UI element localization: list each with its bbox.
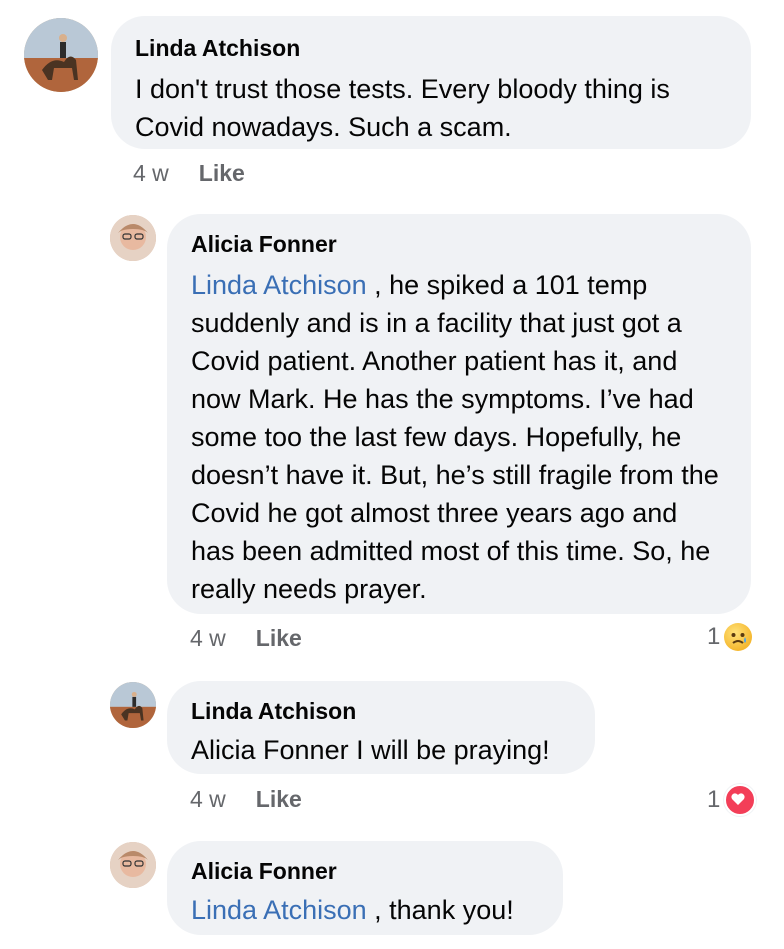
reaction-count: 1: [707, 623, 721, 650]
camel-rider-photo-icon: [24, 18, 98, 92]
reaction-summary[interactable]: 1: [707, 623, 753, 651]
comment-actions: 4 w Like: [190, 625, 302, 652]
woman-portrait-icon: [110, 215, 156, 261]
comment-bubble: Alicia Fonner Linda Atchison , thank you…: [167, 841, 563, 935]
camel-rider-photo-icon: [110, 682, 156, 728]
comment-text: Linda Atchison , he spiked a 101 temp su…: [191, 266, 727, 608]
mention-link[interactable]: Linda Atchison: [191, 895, 367, 925]
like-button[interactable]: Like: [199, 160, 245, 187]
comment-timestamp[interactable]: 4 w: [190, 625, 226, 652]
woman-portrait-icon: [110, 842, 156, 888]
avatar[interactable]: [24, 18, 98, 92]
comment-body: , thank you!: [366, 895, 514, 925]
avatar[interactable]: [110, 842, 156, 888]
mention-link[interactable]: Linda Atchison: [191, 270, 367, 300]
comment-text: Linda Atchison , thank you!: [191, 891, 539, 929]
comment-author[interactable]: Linda Atchison: [135, 34, 727, 62]
comment-bubble: Linda Atchison I don't trust those tests…: [111, 16, 751, 149]
avatar[interactable]: [110, 682, 156, 728]
comment-author[interactable]: Alicia Fonner: [191, 857, 539, 885]
like-button[interactable]: Like: [256, 625, 302, 652]
comment-timestamp[interactable]: 4 w: [133, 160, 169, 187]
reaction-count: 1: [707, 786, 721, 813]
sad-emoji-icon: [724, 623, 753, 651]
comment-bubble: Alicia Fonner Linda Atchison , he spiked…: [167, 214, 751, 614]
reaction-summary[interactable]: 1: [707, 784, 757, 816]
comment-timestamp[interactable]: 4 w: [190, 786, 226, 813]
comment-text: I don't trust those tests. Every bloody …: [135, 74, 670, 142]
like-button[interactable]: Like: [256, 786, 302, 813]
comment-bubble: Linda Atchison Alicia Fonner I will be p…: [167, 681, 595, 774]
comment-text: Alicia Fonner I will be praying!: [191, 735, 550, 765]
love-heart-icon: [724, 784, 757, 816]
comment-body: , he spiked a 101 temp suddenly and is i…: [191, 270, 719, 604]
comment-author[interactable]: Alicia Fonner: [191, 230, 727, 258]
comment-actions: 4 w Like: [133, 160, 245, 187]
avatar[interactable]: [110, 215, 156, 261]
comment-actions: 4 w Like: [190, 786, 302, 813]
comment-author[interactable]: Linda Atchison: [191, 697, 571, 725]
